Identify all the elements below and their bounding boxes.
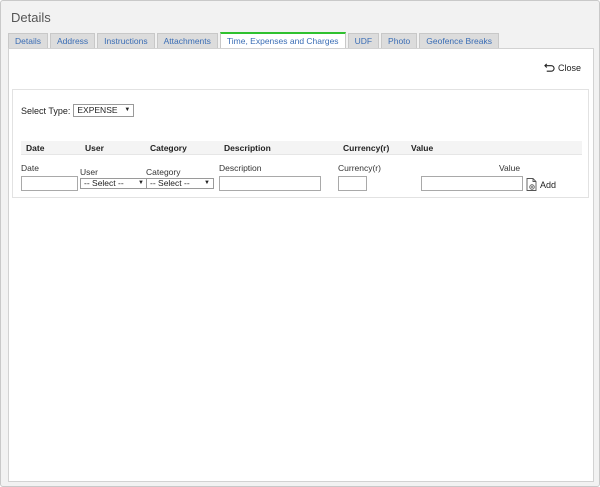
category-select[interactable]: -- Select -- ▼ xyxy=(146,178,214,189)
tab-geofence-breaks[interactable]: Geofence Breaks xyxy=(419,33,499,48)
close-button[interactable]: Close xyxy=(544,62,581,73)
category-label: Category xyxy=(146,167,181,177)
table-header: Date User Category Description Currency(… xyxy=(21,141,582,155)
header-category: Category xyxy=(150,143,187,153)
tab-instructions[interactable]: Instructions xyxy=(97,33,155,48)
tab-address[interactable]: Address xyxy=(49,33,96,48)
tab-attachments[interactable]: Attachments xyxy=(156,33,218,48)
add-button[interactable]: Add xyxy=(526,178,556,191)
header-currency: Currency(r) xyxy=(343,143,390,153)
select-type-label: Select Type: xyxy=(21,105,71,116)
value-input[interactable] xyxy=(421,176,523,191)
user-select[interactable]: -- Select -- ▼ xyxy=(80,178,148,189)
tab-photo[interactable]: Photo xyxy=(381,33,418,48)
description-label: Description xyxy=(219,163,262,173)
tab-details[interactable]: Details xyxy=(8,33,48,48)
type-select[interactable]: EXPENSE ▼ xyxy=(73,104,135,117)
date-label: Date xyxy=(21,163,39,173)
expense-form: Select Type: EXPENSE ▼ Date User Categor… xyxy=(12,89,589,198)
value-label: Value xyxy=(499,163,521,173)
tab-panel: Close Select Type: EXPENSE ▼ Date User C… xyxy=(8,48,594,482)
type-filter-row: Select Type: EXPENSE ▼ xyxy=(21,104,135,117)
tab-udf[interactable]: UDF xyxy=(347,33,380,48)
category-select-value: -- Select -- xyxy=(150,178,190,188)
dropdown-arrow-icon: ▼ xyxy=(138,180,144,186)
currency-label: Currency(r) xyxy=(338,163,381,173)
tab-bar: Details Address Instructions Attachments… xyxy=(8,32,499,49)
add-document-icon xyxy=(526,178,537,191)
window-title: Details xyxy=(11,10,51,25)
header-description: Description xyxy=(224,143,271,153)
header-value: Value xyxy=(411,143,434,153)
dropdown-arrow-icon: ▼ xyxy=(204,180,210,186)
details-window: Details Details Address Instructions Att… xyxy=(0,0,600,487)
user-label: User xyxy=(80,167,98,177)
tab-time-expenses-charges[interactable]: Time, Expenses and Charges xyxy=(219,32,346,49)
user-select-value: -- Select -- xyxy=(84,178,124,188)
close-label: Close xyxy=(557,62,581,73)
undo-arrow-icon xyxy=(544,63,555,72)
dropdown-arrow-icon: ▼ xyxy=(124,107,131,113)
add-label: Add xyxy=(540,179,557,190)
header-date: Date xyxy=(26,143,45,153)
currency-input[interactable] xyxy=(338,176,367,191)
description-input[interactable] xyxy=(219,176,321,191)
date-input[interactable] xyxy=(21,176,78,191)
header-user: User xyxy=(85,143,104,153)
type-select-value: EXPENSE xyxy=(77,105,118,115)
